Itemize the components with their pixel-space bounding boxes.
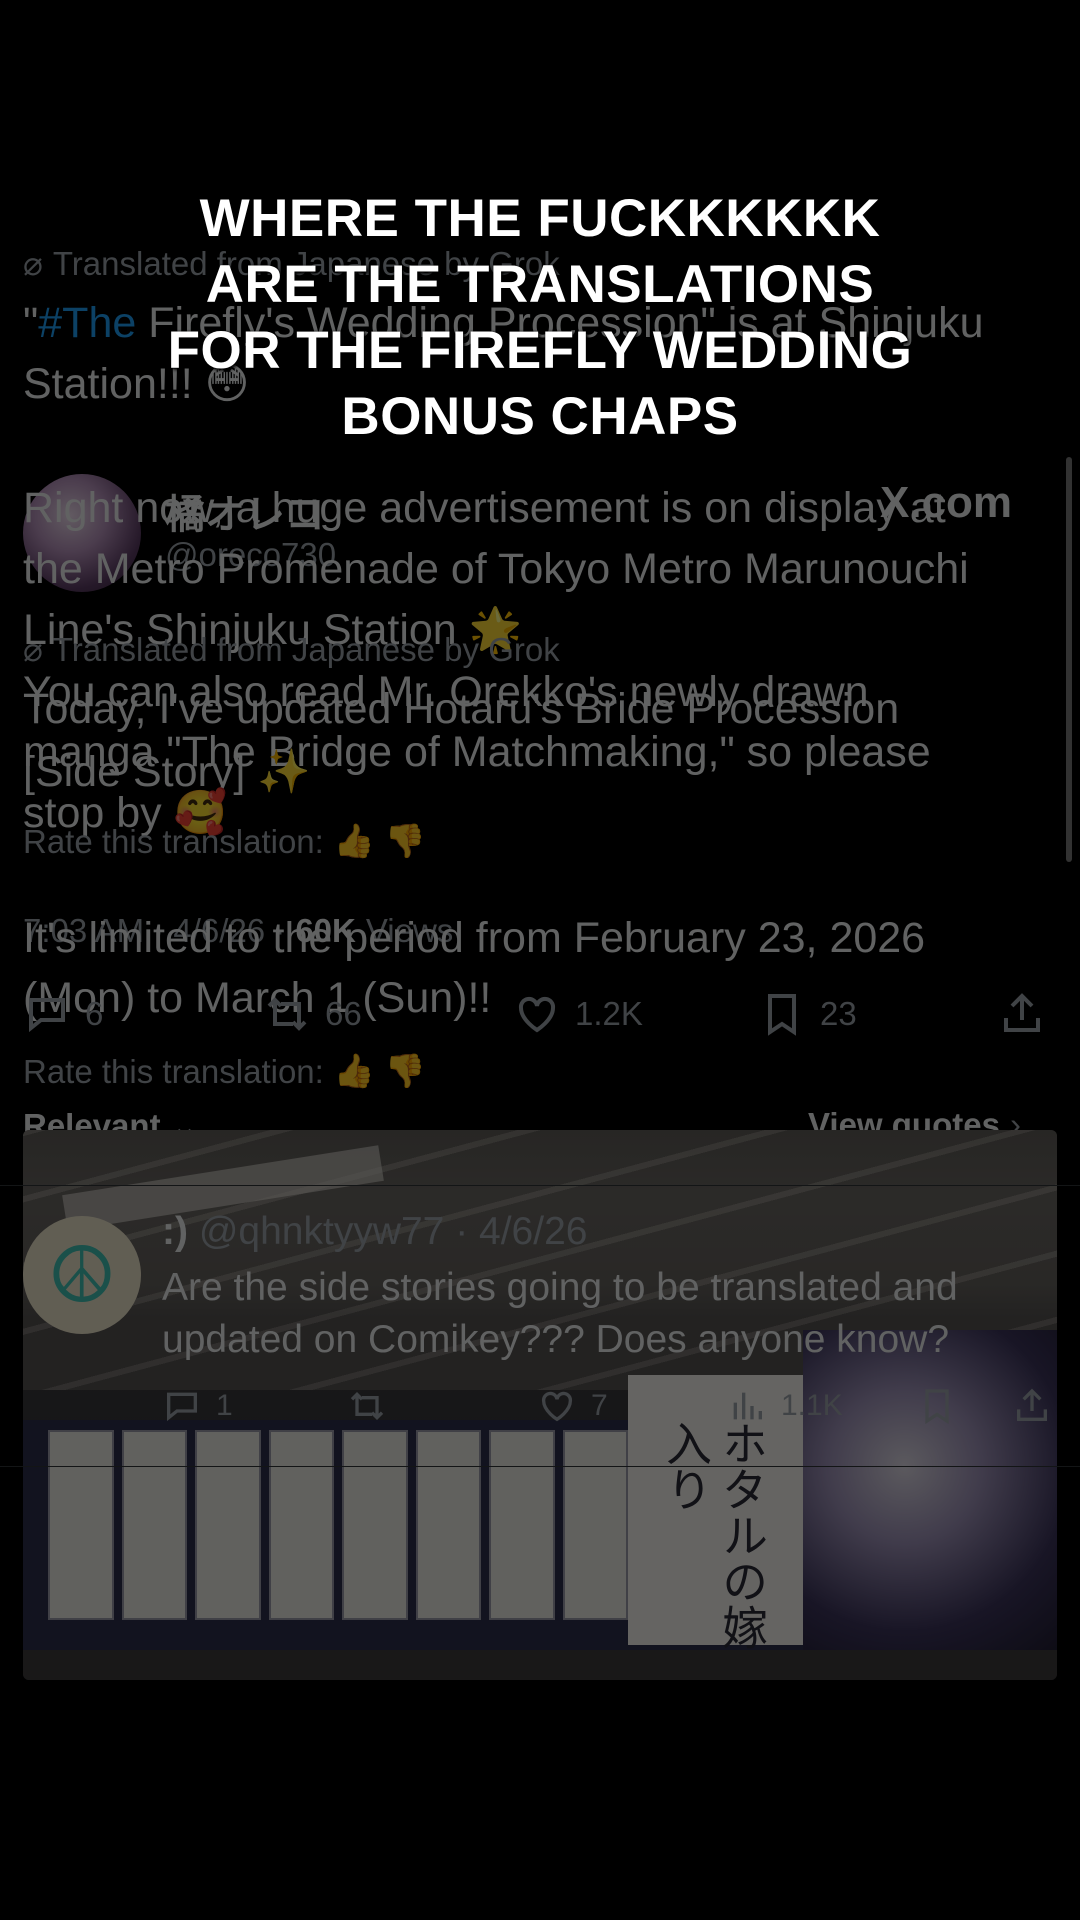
translate-slash-icon: ⌀ [23,245,43,282]
photo-floor [23,1650,1057,1680]
manga-panel [489,1430,555,1620]
manga-panel [121,1430,187,1620]
heart-icon [541,1391,573,1422]
divider [0,1466,1080,1467]
thumbs-down-icon[interactable]: 👎 [385,1052,426,1091]
repost-button[interactable]: 66 [263,990,362,1038]
rate-translation-2: Rate this translation: 👍 👎 [23,1052,427,1091]
repost-icon [267,997,307,1031]
thumbs-down-icon[interactable]: 👎 [385,822,426,861]
caption-line-1: WHERE THE FUCKKKKKK [199,189,881,248]
divider [0,1185,1080,1186]
poster-title: ホタルの嫁入り [659,1420,769,1650]
comment-icon [167,1392,197,1422]
photo-poster-art [803,1330,1057,1670]
reply-header: :) @qhnktyyw77 · 4/6/26 [162,1210,587,1254]
reply-bookmark-button[interactable] [917,1386,957,1426]
caption-line-2: ARE THE TRANSLATIONS [205,255,875,314]
reply-button[interactable]: 6 [23,990,103,1038]
reply-views-button[interactable]: 1.1K [727,1386,843,1426]
reply-avatar[interactable]: ☮ [23,1216,141,1334]
manga-panel [195,1430,261,1620]
video-caption: WHERE THE FUCKKKKKK ARE THE TRANSLATIONS… [90,186,990,450]
thumbs-up-icon[interactable]: 👍 [334,822,375,861]
tweet-text-line-9: It's limited to the period from February… [23,914,926,962]
thumbs-up-icon[interactable]: 👍 [334,1052,375,1091]
reply-repost-button[interactable] [347,1386,387,1426]
manga-panel [268,1430,334,1620]
bookmark-icon [925,1389,949,1425]
share-icon [1004,993,1040,1032]
like-button[interactable]: 1.2K [513,990,643,1038]
share-button[interactable] [998,990,1046,1038]
reply-handle-date[interactable]: @qhnktyyw77 · 4/6/26 [199,1210,588,1253]
reply-share-button[interactable] [1012,1386,1052,1426]
repost-icon [350,1391,384,1421]
scrollbar[interactable] [1066,457,1072,862]
manga-panel [48,1430,114,1620]
reply-actions: 1 7 1.1K [162,1386,1062,1436]
photo-manga-panels [48,1430,628,1620]
reply-comment-button[interactable]: 1 [162,1386,233,1426]
manga-panel [562,1430,628,1620]
tweet-text-line-4: the Metro Promenade of Tokyo Metro Marun… [23,545,969,593]
manga-panel [415,1430,481,1620]
comment-icon [29,998,65,1033]
reply-text: Are the side stories going to be transla… [162,1266,958,1361]
bookmark-icon [768,994,796,1036]
caption-line-4: BONUS CHAPS [341,387,739,446]
reply-author-name[interactable]: :) [162,1210,188,1253]
views-icon [733,1392,762,1420]
bookmark-button[interactable]: 23 [758,990,857,1038]
reply-like-button[interactable]: 7 [537,1386,608,1426]
tweet-actions: 6 66 1.2K 23 [23,990,1043,1050]
share-icon [1017,1388,1047,1421]
rate-translation: Rate this translation: 👍 👎 [23,822,427,861]
heart-icon [518,996,556,1033]
caption-line-3: FOR THE FIREFLY WEDDING [167,321,913,380]
manga-panel [342,1430,408,1620]
tweet-text-line-3: Right now, a huge advertisement is on di… [23,484,946,532]
